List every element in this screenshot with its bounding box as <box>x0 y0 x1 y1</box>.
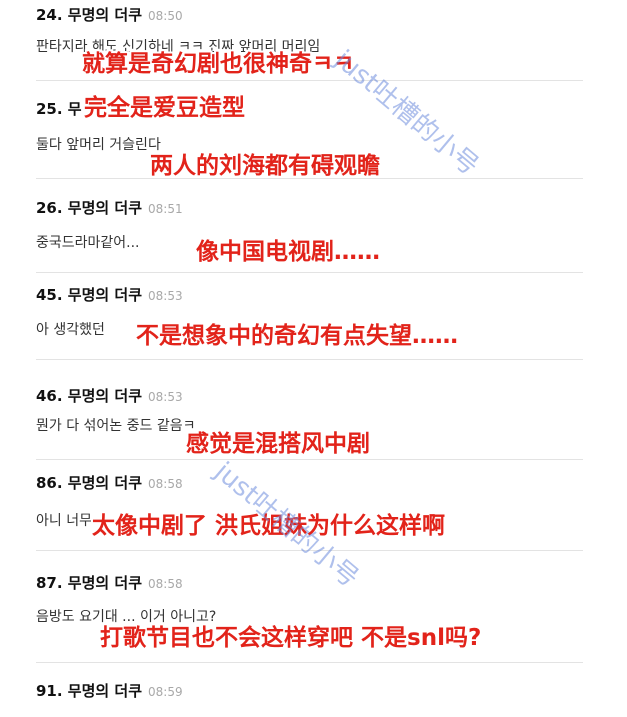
comment-number: 91. 무명의 더쿠 <box>36 682 143 700</box>
comment-time: 08:59 <box>148 685 183 699</box>
overlay-caption: 不是想象中的奇幻有点失望…… <box>136 323 458 349</box>
overlay-caption: 就算是奇幻剧也很神奇ㅋㅋ <box>82 51 355 77</box>
divider <box>36 459 583 460</box>
comment-body: 아니 너무 <box>36 513 92 529</box>
overlay-caption: 感觉是混搭风中剧 <box>186 431 370 457</box>
comment-header: 24. 무명의 더쿠 08:50 <box>36 4 183 25</box>
overlay-caption: 完全是爱豆造型 <box>84 95 245 121</box>
divider <box>36 359 583 360</box>
comment-time: 08:53 <box>148 390 183 404</box>
comment-header: 25. 무 <box>36 98 88 119</box>
comment-number: 86. 무명의 더쿠 <box>36 474 143 492</box>
comment-header: 46. 무명의 더쿠 08:53 <box>36 385 183 406</box>
comment-body: 아 생각했던 <box>36 322 105 338</box>
comment-number: 26. 무명의 더쿠 <box>36 199 143 217</box>
comment-body: 중국드라마같어... <box>36 235 140 251</box>
divider <box>36 662 583 663</box>
comment-number: 25. 무 <box>36 100 82 118</box>
comment-header: 91. 무명의 더쿠 08:59 <box>36 680 183 701</box>
comment-time: 08:50 <box>148 9 183 23</box>
overlay-caption: 像中国电视剧…… <box>196 239 380 265</box>
comment-number: 87. 무명의 더쿠 <box>36 574 143 592</box>
comment-number: 45. 무명의 더쿠 <box>36 286 143 304</box>
comment-time: 08:58 <box>148 577 183 591</box>
comment-body: 뭔가 다 섞어논 중드 같음ㅋ <box>36 418 196 434</box>
comment-time: 08:53 <box>148 289 183 303</box>
comment-time: 08:51 <box>148 202 183 216</box>
comment-body: 둘다 앞머리 거슬린다 <box>36 137 161 153</box>
comment-header: 26. 무명의 더쿠 08:51 <box>36 197 183 218</box>
divider <box>36 80 583 81</box>
comment-header: 87. 무명의 더쿠 08:58 <box>36 572 183 593</box>
overlay-caption: 打歌节目也不会这样穿吧 不是snl吗? <box>100 625 482 651</box>
overlay-caption: 两人的刘海都有碍观瞻 <box>150 153 380 179</box>
comment-time: 08:58 <box>148 477 183 491</box>
comment-header: 45. 무명의 더쿠 08:53 <box>36 284 183 305</box>
comment-header: 86. 무명의 더쿠 08:58 <box>36 472 183 493</box>
comment-number: 24. 무명의 더쿠 <box>36 6 143 24</box>
divider <box>36 272 583 273</box>
comment-number: 46. 무명의 더쿠 <box>36 387 143 405</box>
